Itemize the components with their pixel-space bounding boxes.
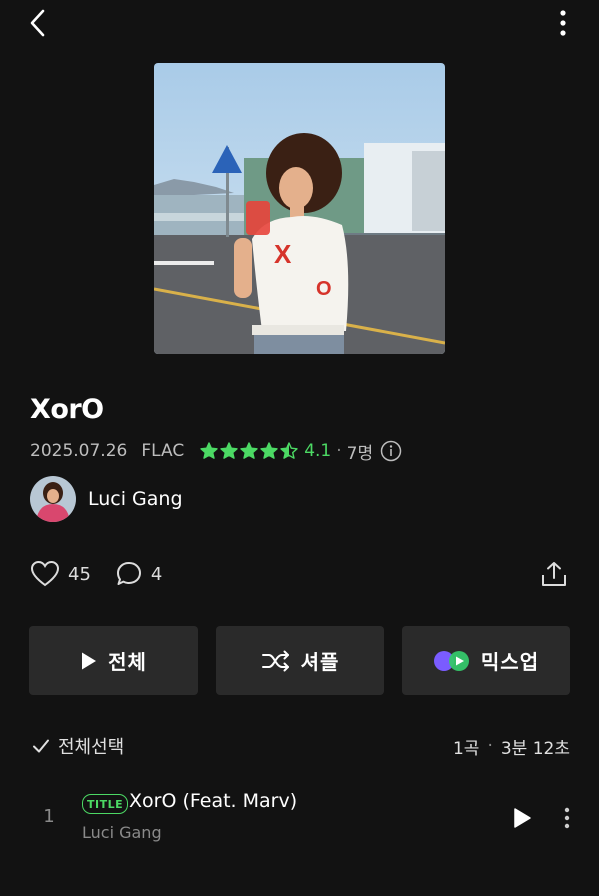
shuffle-icon xyxy=(261,650,289,671)
track-number: 1 xyxy=(43,806,55,827)
check-icon xyxy=(33,739,49,753)
shuffle-label: 셔플 xyxy=(300,650,340,674)
title-track-badge: TITLE xyxy=(82,794,129,814)
artist-avatar[interactable] xyxy=(30,476,76,522)
info-icon[interactable] xyxy=(380,440,402,462)
album-title: XorO xyxy=(30,394,104,425)
release-date: 2025.07.26 xyxy=(30,441,128,461)
comment-icon xyxy=(116,562,141,585)
mixup-label: 믹스업 xyxy=(480,650,540,674)
more-vertical-icon xyxy=(564,807,570,829)
star-icon xyxy=(220,442,238,459)
track-play-button[interactable] xyxy=(508,804,536,832)
track-more-button[interactable] xyxy=(556,804,578,832)
tracklist-summary: 1곡 · 3분 12초 xyxy=(380,732,570,760)
star-icon xyxy=(200,442,218,459)
play-icon xyxy=(514,808,531,828)
social-row: 45 4 xyxy=(30,558,162,590)
star-icon xyxy=(240,442,258,459)
heart-icon xyxy=(30,560,60,587)
star-icon xyxy=(260,442,278,459)
select-all-label: 전체선택 xyxy=(58,737,125,758)
more-options-button[interactable] xyxy=(550,6,576,40)
album-meta: 2025.07.26 FLAC 4.1 · 7명 xyxy=(30,438,402,464)
album-cover[interactable]: X O xyxy=(154,63,445,354)
rating-stars[interactable] xyxy=(200,442,298,460)
artist-name: Luci Gang xyxy=(88,488,183,510)
total-duration: 3분 12초 xyxy=(500,738,570,759)
track-count: 1곡 xyxy=(452,738,480,759)
select-all-button[interactable]: 전체선택 xyxy=(32,732,124,760)
play-all-button[interactable]: 전체 xyxy=(29,626,198,695)
play-icon xyxy=(82,652,97,669)
artist-link[interactable]: Luci Gang xyxy=(30,476,183,522)
comment-count: 4 xyxy=(150,563,163,585)
svg-text:X: X xyxy=(274,239,292,269)
shuffle-button[interactable]: 셔플 xyxy=(216,626,384,695)
mixup-button[interactable]: 믹스업 xyxy=(402,626,570,695)
rating-value: 4.1 xyxy=(304,441,332,461)
like-button[interactable]: 45 xyxy=(30,560,91,588)
separator-dot: · xyxy=(336,441,342,461)
star-icon xyxy=(280,442,298,459)
back-button[interactable] xyxy=(22,6,54,40)
play-all-label: 전체 xyxy=(108,650,147,674)
track-title: XorO (Feat. Marv) xyxy=(129,790,298,812)
mixup-icon xyxy=(433,650,469,671)
like-count: 45 xyxy=(68,563,91,585)
more-vertical-icon xyxy=(560,10,566,36)
audio-format: FLAC xyxy=(141,441,185,461)
svg-text:O: O xyxy=(316,278,332,300)
track-artist[interactable]: Luci Gang xyxy=(82,823,162,842)
comment-button[interactable]: 4 xyxy=(115,560,162,588)
rating-count: 7명 xyxy=(346,443,374,464)
share-button[interactable] xyxy=(538,558,570,590)
share-icon xyxy=(542,562,566,586)
separator-dot: · xyxy=(487,736,493,756)
chevron-left-icon xyxy=(30,9,45,37)
